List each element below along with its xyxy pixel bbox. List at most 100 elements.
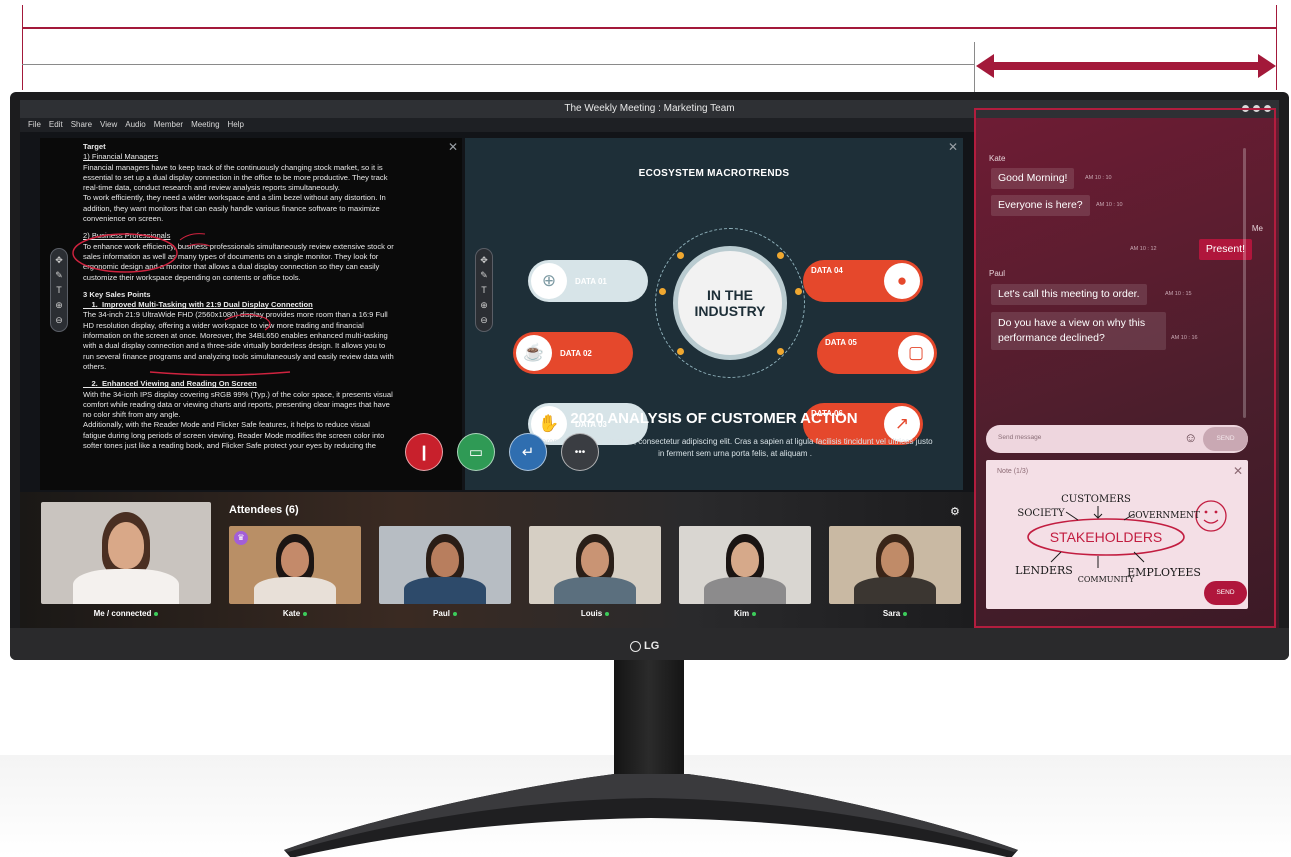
online-status-dot: [154, 611, 159, 616]
slide-item-label: DATA 02: [560, 348, 592, 358]
person-face: [107, 522, 145, 570]
document-annotation-toolbar: ✥ ✎ T ⊕ ⊖: [50, 248, 68, 332]
gear-icon[interactable]: ⚙: [950, 505, 960, 518]
attendee-video-1[interactable]: [41, 502, 211, 604]
doc-line: Financial managers have to keep track of…: [83, 162, 383, 172]
online-status-dot: [605, 611, 610, 616]
slide-item-5: DATA 05 ▢: [817, 332, 937, 374]
annotation-ink-overlay: [72, 233, 291, 376]
doc-line: With the 34-icnh IPS display covering sR…: [83, 389, 393, 399]
lg-logo-text: LG: [644, 640, 660, 652]
doc-line: 2. Enhanced Viewing and Reading On Scree…: [83, 379, 257, 389]
slide-item-4: DATA 04 ●: [803, 260, 923, 302]
slide-title: ECOSYSTEM MACROTRENDS: [638, 168, 790, 179]
attendee-name: Kim: [679, 609, 811, 618]
online-status-dot: [903, 611, 908, 616]
attendee-name-text: Louis: [580, 609, 603, 618]
monitor-stand-neck: [614, 660, 684, 782]
slide-close-icon[interactable]: ✕: [948, 141, 958, 153]
menu-item-member[interactable]: Member: [154, 118, 183, 132]
person-body: [554, 577, 636, 604]
text-tool-icon[interactable]: T: [56, 284, 62, 296]
doc-line: To work efficiently, they need a wider w…: [83, 193, 386, 203]
hub-dot: [677, 252, 684, 259]
person-body: [704, 577, 786, 604]
attendee-name: Louis: [529, 609, 661, 618]
lg-logo-mark: [630, 640, 641, 652]
attendees-strip: Attendees (6) ⚙ Me / connected ♛ Kate Paul L…: [20, 492, 975, 628]
width-indicator-line: [22, 27, 1277, 29]
double-arrow-icon: [976, 54, 1276, 78]
slide-hub-label: IN THE INDUSTRY: [673, 246, 787, 360]
menu-bar: File Edit Share View Audio Member Meeting Help: [20, 118, 975, 132]
attendee-video-2[interactable]: ♛: [229, 526, 361, 604]
zoom-out-icon[interactable]: ⊖: [55, 314, 63, 326]
attendees-title: Attendees (6): [229, 504, 299, 516]
pen-tool-icon[interactable]: ✎: [55, 269, 63, 281]
coffee-cup-icon: ☕: [516, 335, 552, 371]
person-body: [404, 577, 486, 604]
online-status-dot: [752, 611, 757, 616]
text-tool-icon[interactable]: T: [481, 284, 487, 296]
chat-area-highlight-frame: [974, 108, 1276, 628]
slide-subtitle: 2020 ANALYSIS OF CUSTOMER ACTION: [570, 410, 858, 427]
zoom-in-icon[interactable]: ⊕: [55, 299, 63, 311]
online-status-dot: [452, 611, 457, 616]
width-indicator-left-tick: [22, 5, 23, 90]
share-screen-button[interactable]: ↵: [509, 433, 547, 471]
person-body: [254, 577, 336, 604]
menu-item-audio[interactable]: Audio: [125, 118, 145, 132]
split-indicator-line: [22, 64, 975, 65]
menu-item-edit[interactable]: Edit: [49, 118, 63, 132]
slide-item-1: ⊕ DATA 01: [528, 260, 648, 302]
camera-button[interactable]: ▭: [457, 433, 495, 471]
doc-line: softer tones just like a reading book, a…: [83, 441, 376, 451]
slide-item-label: DATA 05: [825, 338, 857, 347]
host-crown-icon: ♛: [234, 531, 248, 545]
person-face: [880, 541, 910, 578]
menu-item-view[interactable]: View: [100, 118, 117, 132]
hub-dot: [677, 348, 684, 355]
doc-line: essential to set up a dual display conne…: [83, 172, 388, 182]
more-options-button[interactable]: •••: [561, 433, 599, 471]
hub-dot: [777, 252, 784, 259]
attendee-name: Sara: [829, 609, 961, 618]
attendee-name-text: Me / connected: [93, 609, 152, 618]
attendee-video-6[interactable]: [829, 526, 961, 604]
doc-line: no color shift from any angle.: [83, 410, 181, 420]
hub-dot: [659, 288, 666, 295]
doc-line: real-time data, conduct research and rev…: [83, 183, 340, 193]
doc-line: comfort while reading data or viewing ch…: [83, 399, 390, 409]
menu-item-share[interactable]: Share: [71, 118, 92, 132]
window-title: The Weekly Meeting : Marketing Team: [564, 103, 735, 114]
slide-item-label: DATA 04: [811, 266, 843, 275]
attendee-video-4[interactable]: [529, 526, 661, 604]
attendee-name-text: Paul: [433, 609, 450, 618]
menu-item-file[interactable]: File: [28, 118, 41, 132]
person-face: [430, 541, 460, 578]
doc-line: 1) Financial Managers: [83, 152, 159, 162]
menu-item-meeting[interactable]: Meeting: [191, 118, 219, 132]
person-face: [580, 541, 610, 578]
move-tool-icon[interactable]: ✥: [480, 254, 488, 266]
hub-dot: [777, 348, 784, 355]
slide-annotation-toolbar: ✥ ✎ T ⊕ ⊖: [475, 248, 493, 332]
zoom-in-icon[interactable]: ⊕: [480, 299, 488, 311]
menu-item-help[interactable]: Help: [228, 118, 244, 132]
move-tool-icon[interactable]: ✥: [55, 254, 63, 266]
microphone-button[interactable]: ❙: [405, 433, 443, 471]
attendee-name-text: Kim: [733, 609, 750, 618]
slide-item-label: DATA 01: [575, 276, 607, 286]
person-face: [280, 541, 310, 578]
person-body: [854, 577, 936, 604]
document-close-icon[interactable]: ✕: [448, 141, 458, 153]
monitor-stand-base: [284, 774, 1018, 857]
attendee-video-3[interactable]: [379, 526, 511, 604]
pen-tool-icon[interactable]: ✎: [480, 269, 488, 281]
attendee-video-5[interactable]: [679, 526, 811, 604]
zoom-out-icon[interactable]: ⊖: [480, 314, 488, 326]
piggy-bank-icon: ●: [884, 263, 920, 299]
megaphone-icon: ▢: [898, 335, 934, 371]
lg-logo: LG: [630, 639, 670, 653]
person-face: [730, 541, 760, 578]
